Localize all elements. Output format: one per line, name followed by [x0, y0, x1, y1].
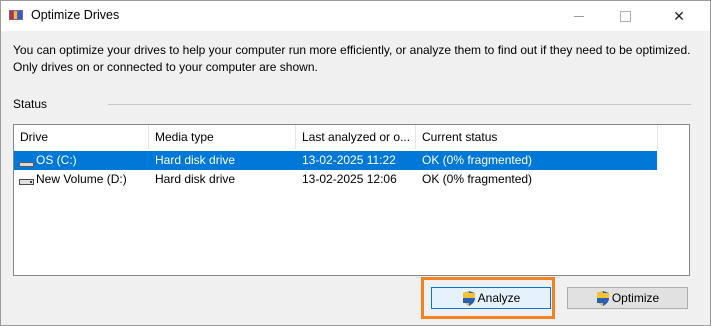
windows-drive-icon [19, 154, 34, 167]
drive-row-new-volume-d[interactable]: New Volume (D:) Hard disk drive 13-02-20… [14, 170, 657, 189]
uac-shield-icon [596, 290, 609, 306]
description-text: You can optimize your drives to help you… [13, 43, 691, 74]
close-button[interactable]: ✕ [656, 1, 702, 31]
analyze-button[interactable]: Analyze [431, 287, 551, 309]
close-icon: ✕ [673, 7, 685, 24]
column-header-media-type[interactable]: Media type [149, 125, 296, 149]
column-header-last-analyzed[interactable]: Last analyzed or o... [296, 125, 416, 149]
drive-media-type: Hard disk drive [155, 153, 236, 167]
maximize-button[interactable] [602, 1, 648, 31]
status-label: Status [13, 97, 48, 111]
drive-icon [19, 179, 34, 185]
minimize-button[interactable] [556, 1, 602, 31]
title-bar[interactable]: Optimize Drives ✕ [1, 1, 710, 31]
drive-last-analyzed: 13-02-2025 11:22 [302, 153, 396, 167]
drive-media-type: Hard disk drive [155, 172, 236, 186]
drives-list[interactable]: Drive Media type Last analyzed or o... C… [13, 124, 690, 276]
analyze-label: Analyze [477, 291, 521, 305]
column-header-drive[interactable]: Drive [14, 125, 149, 149]
status-divider [108, 104, 691, 105]
optimize-drives-window: Optimize Drives ✕ You can optimize your … [0, 0, 711, 326]
drive-row-os-c[interactable]: OS (C:) Hard disk drive 13-02-2025 11:22… [14, 151, 657, 170]
drive-last-analyzed: 13-02-2025 12:06 [302, 172, 397, 186]
drive-name: New Volume (D:) [36, 172, 127, 186]
drive-current-status: OK (0% fragmented) [422, 153, 533, 167]
drive-current-status: OK (0% fragmented) [422, 172, 533, 186]
optimize-button[interactable]: Optimize [567, 287, 688, 309]
list-header: Drive Media type Last analyzed or o... C… [14, 125, 658, 149]
column-header-current-status[interactable]: Current status [416, 125, 658, 149]
window-title: Optimize Drives [31, 8, 120, 22]
maximize-icon [619, 10, 631, 22]
drive-name: OS (C:) [36, 153, 77, 167]
uac-shield-icon [462, 290, 475, 306]
optimize-label: Optimize [611, 291, 660, 305]
defrag-app-icon [9, 10, 23, 20]
minimize-icon [574, 15, 584, 17]
